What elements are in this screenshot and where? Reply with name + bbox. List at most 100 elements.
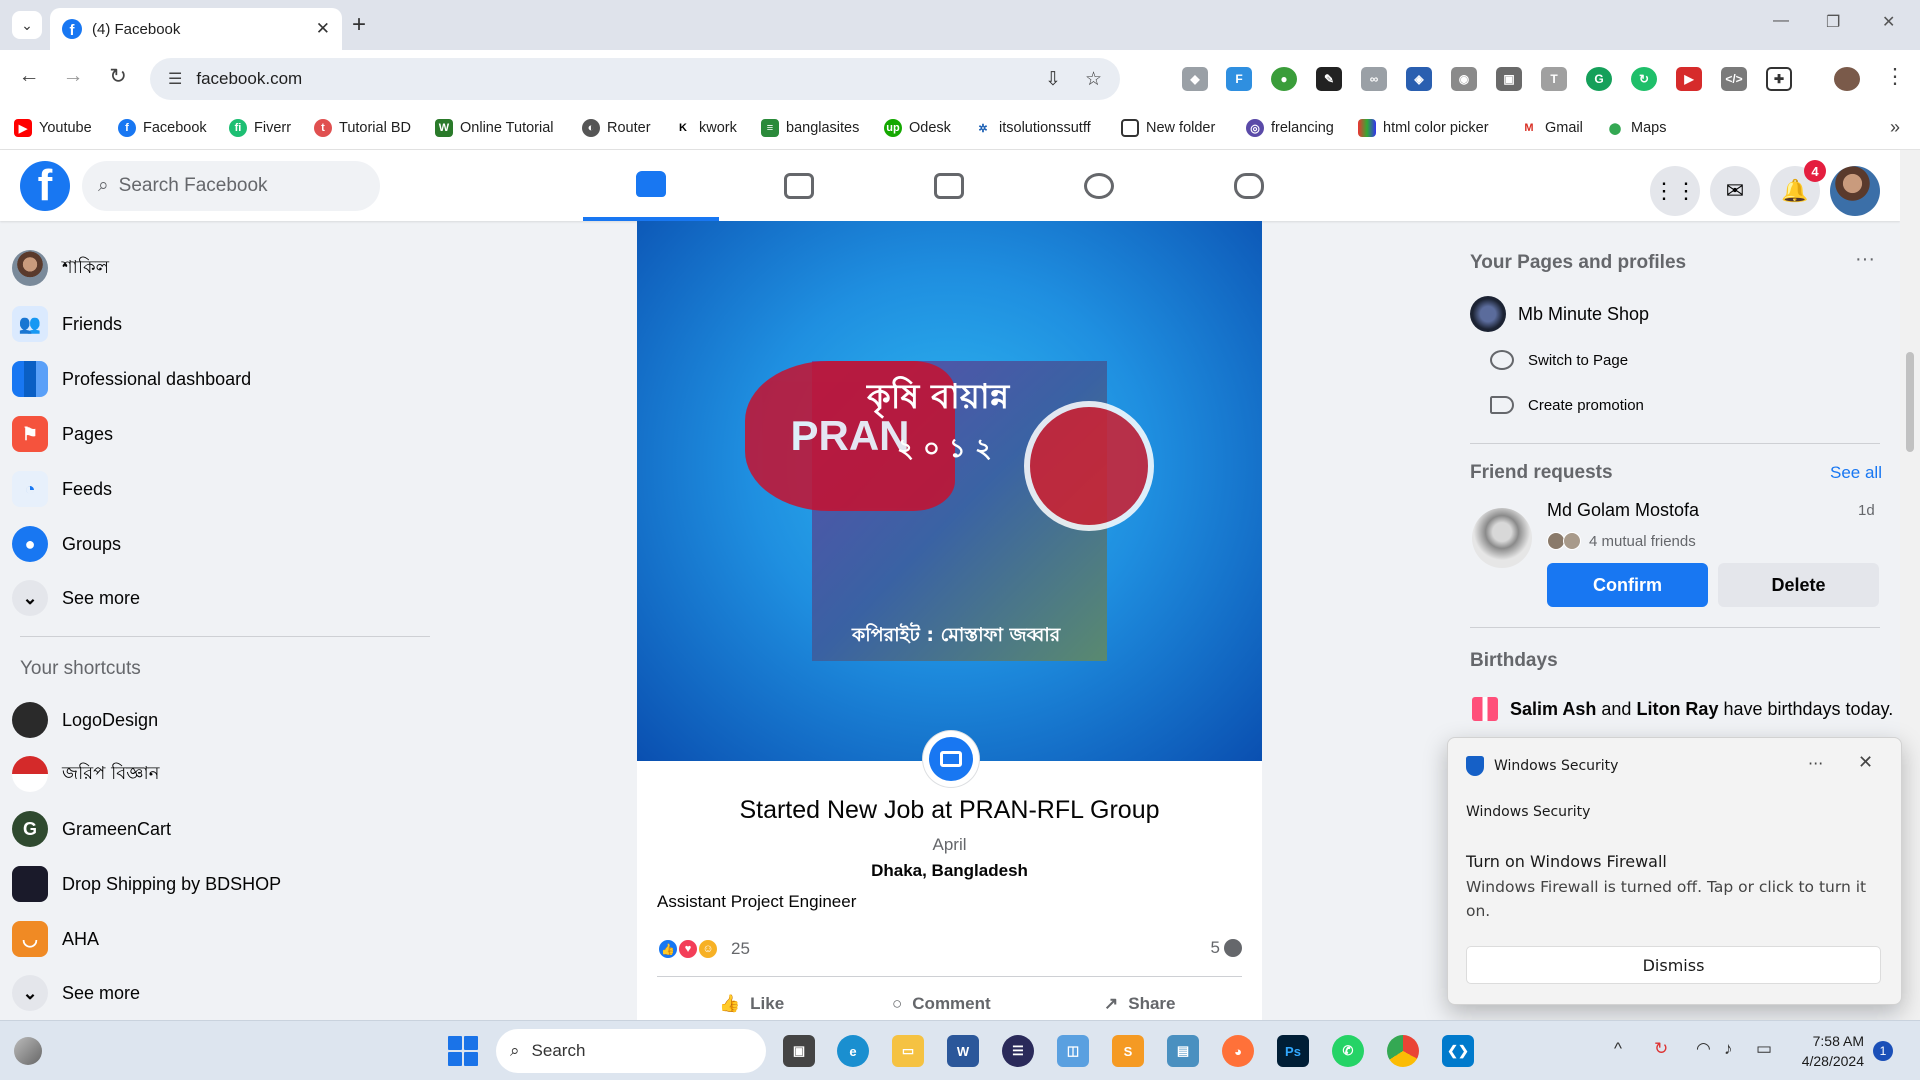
sidebar-item-pages[interactable]: ⚑ Pages (12, 408, 113, 460)
tab-search-button[interactable]: ⌄ (12, 11, 42, 39)
shortcuts-see-more[interactable]: ⌄ See more (12, 967, 140, 1019)
account-avatar[interactable] (1830, 166, 1880, 216)
bookmark-item[interactable]: ≡ banglasites (761, 116, 859, 140)
tab-groups[interactable] (1031, 150, 1167, 221)
url-text[interactable]: facebook.com (196, 69, 1021, 89)
text-extension-icon[interactable]: T (1541, 67, 1567, 91)
widgets-icon[interactable] (14, 1037, 42, 1065)
f-extension-icon[interactable]: F (1226, 67, 1252, 91)
page-item[interactable]: Mb Minute Shop (1470, 296, 1649, 332)
vpn-shield-extension-icon[interactable]: ◈ (1406, 67, 1432, 91)
bookmark-item[interactable]: ✲ itsolutionssutff (974, 116, 1091, 140)
shortcut-item[interactable]: LogoDesign (12, 694, 158, 746)
vscode-icon[interactable]: ❮❯ (1442, 1035, 1474, 1067)
like-button[interactable]: 👍 Like (719, 989, 784, 1019)
back-icon[interactable]: ← (14, 64, 44, 88)
browser-menu-icon[interactable]: ⋮ (1880, 64, 1910, 89)
refresh-extension-icon[interactable]: ↻ (1631, 67, 1657, 91)
bookmark-item[interactable]: f Facebook (118, 116, 207, 140)
scrollbar-thumb[interactable] (1906, 352, 1914, 452)
see-all-link[interactable]: See all (1830, 463, 1882, 483)
edge-icon[interactable]: e (837, 1035, 869, 1067)
sidebar-item-groups[interactable]: ● Groups (12, 518, 121, 570)
volume-icon[interactable]: ♪ (1724, 1039, 1733, 1059)
toast-close-icon[interactable]: ✕ (1858, 752, 1873, 773)
friend-request-avatar[interactable] (1472, 508, 1532, 568)
friend-request-name[interactable]: Md Golam Mostofa (1547, 500, 1699, 521)
shortcut-item[interactable]: Drop Shipping by BDSHOP (12, 858, 281, 910)
tab-watch[interactable] (731, 150, 867, 221)
bookmark-item[interactable]: M Gmail (1520, 116, 1583, 140)
comment-count[interactable]: 5 (1211, 938, 1242, 958)
notification-center-badge[interactable]: 1 (1873, 1041, 1893, 1061)
control-panel-icon[interactable]: ◫ (1057, 1035, 1089, 1067)
more-bookmarks-icon[interactable]: » (1890, 117, 1900, 138)
restore-icon[interactable]: ❐ (1826, 12, 1840, 32)
sidebar-see-more[interactable]: ⌄ See more (12, 572, 140, 624)
network-app-icon[interactable]: ▤ (1167, 1035, 1199, 1067)
notifications-button[interactable]: 🔔 4 (1770, 160, 1826, 216)
shortcut-item[interactable]: G GrameenCart (12, 803, 171, 855)
tray-overflow-icon[interactable]: ^ (1614, 1039, 1622, 1059)
new-tab-button[interactable]: + (352, 11, 366, 39)
eclipse-icon[interactable]: ☰ (1002, 1035, 1034, 1067)
pages-more-icon[interactable]: ··· (1855, 248, 1875, 271)
sidebar-item-friends[interactable]: 👥 Friends (12, 298, 122, 350)
reactions-summary[interactable]: 👍 ♥ ☺ 25 (657, 938, 750, 960)
windows-security-toast[interactable]: Windows Security ··· ✕ Windows Security … (1447, 737, 1902, 1005)
browser-tab[interactable]: f (4) Facebook ✕ (50, 8, 342, 50)
bookmark-item[interactable]: Kkwork (674, 116, 737, 140)
birthday-item[interactable]: Salim Ash and Liton Ray have birthdays t… (1472, 697, 1893, 721)
grammarly-extension-icon[interactable]: G (1586, 67, 1612, 91)
photoshop-icon[interactable]: Ps (1277, 1035, 1309, 1067)
lock-extension-icon[interactable]: ▣ (1496, 67, 1522, 91)
bookmark-item[interactable]: W Online Tutorial (435, 116, 554, 140)
minimize-icon[interactable]: — (1773, 12, 1789, 30)
shield-extension-icon[interactable]: ◆ (1182, 67, 1208, 91)
close-window-icon[interactable]: ✕ (1882, 12, 1895, 32)
globe-extension-icon[interactable]: ● (1271, 67, 1297, 91)
camera-extension-icon[interactable]: ◉ (1451, 67, 1477, 91)
battery-icon[interactable]: ▭ (1756, 1039, 1772, 1059)
bookmark-item[interactable]: New folder (1121, 116, 1215, 140)
bookmark-item[interactable]: html color picker (1358, 116, 1489, 140)
bookmark-item[interactable]: t Tutorial BD (314, 116, 411, 140)
messenger-button[interactable]: ✉ (1710, 166, 1760, 216)
menu-grid-button[interactable]: ⋮⋮ (1650, 166, 1700, 216)
file-explorer-icon[interactable]: ▭ (892, 1035, 924, 1067)
bookmark-item[interactable]: ◎ frelancing (1246, 116, 1334, 140)
chrome-icon[interactable] (1387, 1035, 1419, 1067)
site-info-icon[interactable]: ☰ (168, 69, 182, 89)
search-input[interactable] (118, 175, 339, 197)
link-extension-icon[interactable]: ∞ (1361, 67, 1387, 91)
sidebar-item-profile[interactable]: শাকিল (12, 242, 109, 294)
clock[interactable]: 7:58 AM 4/28/2024 (1772, 1031, 1864, 1071)
delete-button[interactable]: Delete (1718, 563, 1879, 607)
bookmark-item[interactable]: ◐ Router (582, 116, 651, 140)
firefox-icon[interactable]: ◕ (1222, 1035, 1254, 1067)
bookmark-item[interactable]: ▶ Youtube (14, 116, 92, 140)
sync-icon[interactable]: ↻ (1654, 1039, 1668, 1059)
comment-button[interactable]: ○ Comment (892, 989, 991, 1019)
reload-icon[interactable]: ↻ (103, 64, 133, 89)
tab-marketplace[interactable] (881, 150, 1017, 221)
start-button[interactable] (448, 1036, 478, 1066)
shortcut-item[interactable]: জরিপ বিজ্ঞান (12, 748, 159, 800)
browser-profile-avatar[interactable] (1834, 67, 1860, 91)
shortcut-item[interactable]: ◡ AHA (12, 913, 99, 965)
extensions-puzzle-icon[interactable]: ✚ (1766, 67, 1792, 91)
sidebar-item-professional-dashboard[interactable]: Professional dashboard (12, 353, 251, 405)
create-promotion-link[interactable]: Create promotion (1490, 396, 1644, 414)
facebook-logo[interactable]: f (20, 161, 70, 211)
job-cover-image[interactable]: PRAN কৃষি বায়ান্ন ২ ০ ১ ২ কপিরাইট : মোস… (637, 221, 1262, 761)
page-scrollbar[interactable] (1900, 150, 1920, 1020)
taskbar-search[interactable]: ⌕ Search (496, 1029, 766, 1073)
code-extension-icon[interactable]: </> (1721, 67, 1747, 91)
toast-more-icon[interactable]: ··· (1808, 754, 1823, 773)
tab-gaming[interactable] (1181, 150, 1317, 221)
close-tab-icon[interactable]: ✕ (316, 19, 330, 39)
bookmark-item[interactable]: ⬤ Maps (1606, 116, 1666, 140)
address-bar[interactable]: ☰ facebook.com ⇩ ☆ (150, 58, 1120, 100)
search-box[interactable]: ⌕ (82, 161, 380, 211)
sidebar-item-feeds[interactable]: ◔ Feeds (12, 463, 112, 515)
